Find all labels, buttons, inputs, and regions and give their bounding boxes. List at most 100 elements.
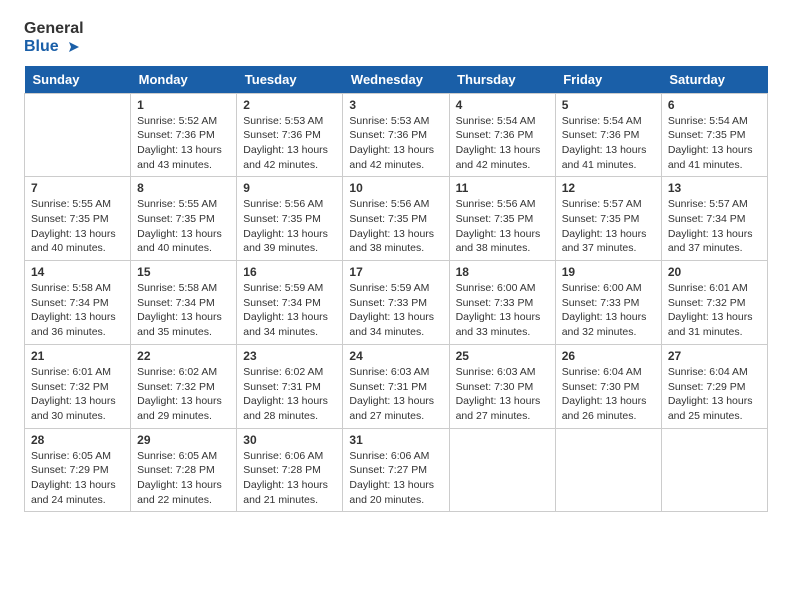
day-number: 3 <box>349 98 442 112</box>
day-info: Sunrise: 6:02 AM Sunset: 7:31 PM Dayligh… <box>243 365 336 424</box>
day-number: 29 <box>137 433 230 447</box>
calendar-cell <box>449 428 555 512</box>
day-number: 19 <box>562 265 655 279</box>
calendar-cell: 12 Sunrise: 5:57 AM Sunset: 7:35 PM Dayli… <box>555 177 661 261</box>
day-number: 28 <box>31 433 124 447</box>
calendar-week-row: 21 Sunrise: 6:01 AM Sunset: 7:32 PM Dayli… <box>25 344 768 428</box>
calendar-week-row: 1Sunrise: 5:52 AM Sunset: 7:36 PM Daylig… <box>25 93 768 177</box>
day-number: 9 <box>243 181 336 195</box>
day-info: Sunrise: 6:05 AM Sunset: 7:28 PM Dayligh… <box>137 449 230 508</box>
logo-blue: Blue <box>24 38 84 56</box>
calendar-cell: 13 Sunrise: 5:57 AM Sunset: 7:34 PM Dayli… <box>661 177 767 261</box>
day-info: Sunrise: 6:00 AM Sunset: 7:33 PM Dayligh… <box>456 281 549 340</box>
day-info: Sunrise: 6:06 AM Sunset: 7:27 PM Dayligh… <box>349 449 442 508</box>
day-info: Sunrise: 6:03 AM Sunset: 7:31 PM Dayligh… <box>349 365 442 424</box>
column-header-sunday: Sunday <box>25 66 131 94</box>
day-info: Sunrise: 6:04 AM Sunset: 7:29 PM Dayligh… <box>668 365 761 424</box>
day-number: 6 <box>668 98 761 112</box>
calendar-cell: 15 Sunrise: 5:58 AM Sunset: 7:34 PM Dayli… <box>131 261 237 345</box>
calendar-cell <box>661 428 767 512</box>
calendar-cell: 26Sunrise: 6:04 AM Sunset: 7:30 PM Dayli… <box>555 344 661 428</box>
day-number: 23 <box>243 349 336 363</box>
day-info: Sunrise: 5:54 AM Sunset: 7:36 PM Dayligh… <box>456 114 549 173</box>
day-number: 21 <box>31 349 124 363</box>
day-number: 11 <box>456 181 549 195</box>
calendar-cell: 3 Sunrise: 5:53 AM Sunset: 7:36 PM Daylig… <box>343 93 449 177</box>
calendar-cell: 17 Sunrise: 5:59 AM Sunset: 7:33 PM Dayli… <box>343 261 449 345</box>
day-number: 10 <box>349 181 442 195</box>
day-number: 31 <box>349 433 442 447</box>
day-info: Sunrise: 5:57 AM Sunset: 7:35 PM Dayligh… <box>562 197 655 256</box>
day-number: 16 <box>243 265 336 279</box>
calendar-cell <box>25 93 131 177</box>
calendar-cell: 22 Sunrise: 6:02 AM Sunset: 7:32 PM Dayli… <box>131 344 237 428</box>
day-number: 4 <box>456 98 549 112</box>
calendar-cell: 25 Sunrise: 6:03 AM Sunset: 7:30 PM Dayli… <box>449 344 555 428</box>
day-number: 22 <box>137 349 230 363</box>
day-number: 7 <box>31 181 124 195</box>
day-info: Sunrise: 5:57 AM Sunset: 7:34 PM Dayligh… <box>668 197 761 256</box>
logo-wordmark: General Blue <box>24 20 84 56</box>
calendar-header-row: SundayMondayTuesdayWednesdayThursdayFrid… <box>25 66 768 94</box>
calendar-cell: 1Sunrise: 5:52 AM Sunset: 7:36 PM Daylig… <box>131 93 237 177</box>
page-header: General Blue <box>24 20 768 56</box>
column-header-monday: Monday <box>131 66 237 94</box>
calendar-cell: 4 Sunrise: 5:54 AM Sunset: 7:36 PM Daylig… <box>449 93 555 177</box>
day-number: 30 <box>243 433 336 447</box>
day-info: Sunrise: 6:00 AM Sunset: 7:33 PM Dayligh… <box>562 281 655 340</box>
calendar-cell: 29 Sunrise: 6:05 AM Sunset: 7:28 PM Dayli… <box>131 428 237 512</box>
day-info: Sunrise: 6:01 AM Sunset: 7:32 PM Dayligh… <box>31 365 124 424</box>
calendar-cell: 18 Sunrise: 6:00 AM Sunset: 7:33 PM Dayli… <box>449 261 555 345</box>
day-number: 12 <box>562 181 655 195</box>
column-header-tuesday: Tuesday <box>237 66 343 94</box>
calendar-week-row: 14Sunrise: 5:58 AM Sunset: 7:34 PM Dayli… <box>25 261 768 345</box>
day-info: Sunrise: 6:06 AM Sunset: 7:28 PM Dayligh… <box>243 449 336 508</box>
calendar-cell: 10 Sunrise: 5:56 AM Sunset: 7:35 PM Dayli… <box>343 177 449 261</box>
day-info: Sunrise: 6:03 AM Sunset: 7:30 PM Dayligh… <box>456 365 549 424</box>
calendar-week-row: 7 Sunrise: 5:55 AM Sunset: 7:35 PM Daylig… <box>25 177 768 261</box>
calendar-cell: 9Sunrise: 5:56 AM Sunset: 7:35 PM Daylig… <box>237 177 343 261</box>
calendar-cell: 6Sunrise: 5:54 AM Sunset: 7:35 PM Daylig… <box>661 93 767 177</box>
day-number: 20 <box>668 265 761 279</box>
day-number: 13 <box>668 181 761 195</box>
day-info: Sunrise: 5:59 AM Sunset: 7:33 PM Dayligh… <box>349 281 442 340</box>
day-number: 18 <box>456 265 549 279</box>
day-number: 17 <box>349 265 442 279</box>
calendar-cell: 24 Sunrise: 6:03 AM Sunset: 7:31 PM Dayli… <box>343 344 449 428</box>
column-header-wednesday: Wednesday <box>343 66 449 94</box>
calendar-cell: 7 Sunrise: 5:55 AM Sunset: 7:35 PM Daylig… <box>25 177 131 261</box>
calendar-cell: 23 Sunrise: 6:02 AM Sunset: 7:31 PM Dayli… <box>237 344 343 428</box>
day-info: Sunrise: 6:02 AM Sunset: 7:32 PM Dayligh… <box>137 365 230 424</box>
day-info: Sunrise: 5:58 AM Sunset: 7:34 PM Dayligh… <box>137 281 230 340</box>
day-number: 24 <box>349 349 442 363</box>
day-info: Sunrise: 5:58 AM Sunset: 7:34 PM Dayligh… <box>31 281 124 340</box>
column-header-thursday: Thursday <box>449 66 555 94</box>
day-number: 27 <box>668 349 761 363</box>
day-info: Sunrise: 5:59 AM Sunset: 7:34 PM Dayligh… <box>243 281 336 340</box>
calendar-cell: 8 Sunrise: 5:55 AM Sunset: 7:35 PM Daylig… <box>131 177 237 261</box>
day-number: 8 <box>137 181 230 195</box>
calendar-cell: 30 Sunrise: 6:06 AM Sunset: 7:28 PM Dayli… <box>237 428 343 512</box>
logo: General Blue <box>24 20 84 56</box>
calendar-table: SundayMondayTuesdayWednesdayThursdayFrid… <box>24 66 768 513</box>
day-info: Sunrise: 6:01 AM Sunset: 7:32 PM Dayligh… <box>668 281 761 340</box>
logo-general: General <box>24 20 84 38</box>
calendar-cell: 21 Sunrise: 6:01 AM Sunset: 7:32 PM Dayli… <box>25 344 131 428</box>
day-number: 15 <box>137 265 230 279</box>
day-info: Sunrise: 6:04 AM Sunset: 7:30 PM Dayligh… <box>562 365 655 424</box>
calendar-cell: 20 Sunrise: 6:01 AM Sunset: 7:32 PM Dayli… <box>661 261 767 345</box>
calendar-cell: 11 Sunrise: 5:56 AM Sunset: 7:35 PM Dayli… <box>449 177 555 261</box>
day-info: Sunrise: 5:56 AM Sunset: 7:35 PM Dayligh… <box>349 197 442 256</box>
day-info: Sunrise: 5:56 AM Sunset: 7:35 PM Dayligh… <box>456 197 549 256</box>
column-header-saturday: Saturday <box>661 66 767 94</box>
day-number: 25 <box>456 349 549 363</box>
calendar-week-row: 28Sunrise: 6:05 AM Sunset: 7:29 PM Dayli… <box>25 428 768 512</box>
day-info: Sunrise: 5:55 AM Sunset: 7:35 PM Dayligh… <box>31 197 124 256</box>
day-info: Sunrise: 5:53 AM Sunset: 7:36 PM Dayligh… <box>243 114 336 173</box>
day-number: 2 <box>243 98 336 112</box>
calendar-cell: 16 Sunrise: 5:59 AM Sunset: 7:34 PM Dayli… <box>237 261 343 345</box>
calendar-cell: 5Sunrise: 5:54 AM Sunset: 7:36 PM Daylig… <box>555 93 661 177</box>
day-info: Sunrise: 5:55 AM Sunset: 7:35 PM Dayligh… <box>137 197 230 256</box>
day-info: Sunrise: 5:53 AM Sunset: 7:36 PM Dayligh… <box>349 114 442 173</box>
calendar-cell: 28Sunrise: 6:05 AM Sunset: 7:29 PM Dayli… <box>25 428 131 512</box>
